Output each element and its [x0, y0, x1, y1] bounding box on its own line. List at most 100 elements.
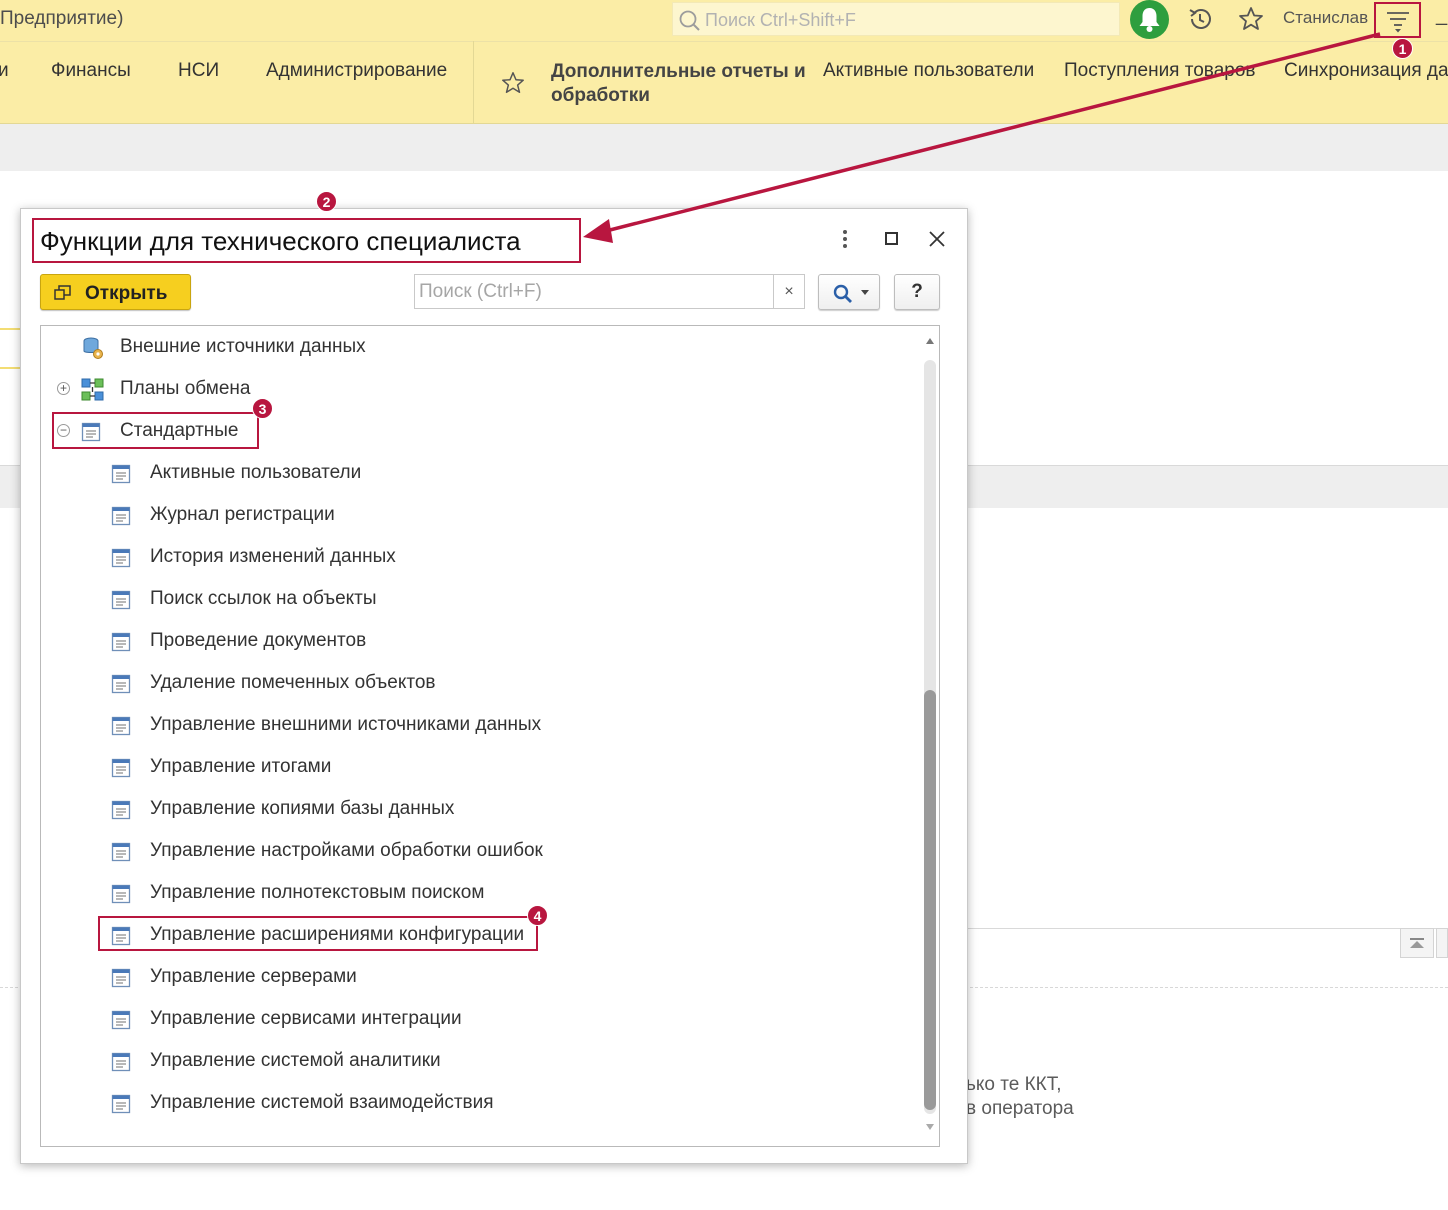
quick-favorites-star-icon[interactable]	[500, 70, 526, 101]
form-icon	[111, 548, 131, 573]
quick-link-additional-reports[interactable]: Дополнительные отчеты и обработки	[551, 60, 811, 108]
tree-item-row[interactable]: Поиск ссылок на объекты	[41, 579, 911, 621]
form-icon	[111, 842, 131, 867]
tree-item-row[interactable]: Управление серверами	[41, 957, 911, 999]
background-text: в оператора	[966, 1098, 1074, 1119]
section-divider	[473, 41, 474, 124]
form-icon	[111, 1010, 131, 1035]
quick-link-active-users[interactable]: Активные пользователи	[823, 60, 1034, 82]
tree-group-row[interactable]: + Планы обмена	[41, 369, 911, 411]
tree-item-label: Удаление помеченных объектов	[150, 672, 436, 693]
search-icon	[832, 283, 854, 310]
highlight-extensions-item	[98, 916, 538, 951]
tree-item-label: Журнал регистрации	[150, 504, 335, 525]
tree-item-label: Управление итогами	[150, 756, 332, 777]
external-data-icon	[81, 336, 105, 365]
form-icon	[111, 1052, 131, 1077]
form-icon	[111, 632, 131, 657]
more-actions-icon[interactable]	[838, 228, 852, 255]
form-icon	[111, 506, 131, 531]
section-item-finance[interactable]: Финансы	[51, 60, 131, 82]
user-name[interactable]: Станислав	[1283, 8, 1368, 28]
scroll-up-icon[interactable]	[926, 338, 934, 344]
dialog-title: Функции для технического специалиста	[40, 226, 521, 256]
tree-item-row[interactable]: Управление системой аналитики	[41, 1041, 911, 1083]
tree-item-label: Управление системой аналитики	[150, 1050, 441, 1071]
close-icon[interactable]	[927, 229, 947, 254]
tree-item-label: Активные пользователи	[150, 462, 362, 483]
scroll-down-icon[interactable]	[926, 1124, 934, 1130]
favorites-star-icon[interactable]	[1237, 5, 1265, 38]
exchange-plan-icon	[81, 378, 105, 407]
tree-item-row[interactable]: Проведение документов	[41, 621, 911, 663]
tree-item-label: Управление полнотекстовым поиском	[150, 882, 485, 903]
collapse-up-button[interactable]	[1400, 928, 1434, 958]
form-icon	[111, 884, 131, 909]
section-item-administration[interactable]: Администрирование	[266, 60, 447, 82]
maximize-icon[interactable]	[885, 232, 898, 245]
tree-item-row[interactable]: Управление полнотекстовым поиском	[41, 873, 911, 915]
tree-item-label: Управление сервисами интеграции	[150, 1008, 462, 1029]
history-icon[interactable]	[1186, 5, 1214, 38]
tree-item-label: Управление внешними источниками данных	[150, 714, 542, 735]
quick-link-sync[interactable]: Синхронизация да	[1284, 60, 1448, 82]
dialog-title-highlight: Функции для технического специалиста	[32, 218, 581, 263]
workspace-panel	[968, 928, 1448, 958]
tree-item-label: Управление системой взаимодействия	[150, 1092, 494, 1113]
tree-item-label: Планы обмена	[120, 378, 251, 399]
form-icon	[111, 674, 131, 699]
tree-item-row[interactable]: Управление системой взаимодействия	[41, 1083, 911, 1125]
scrollbar-thumb[interactable]	[924, 690, 936, 1110]
tech-functions-dialog: Функции для технического специалиста Отк…	[20, 208, 968, 1164]
dialog-search-input[interactable]	[419, 279, 769, 305]
menu-lines-icon	[1387, 12, 1409, 33]
notifications-bell-icon[interactable]	[1130, 0, 1169, 39]
section-item-nsi[interactable]: НСИ	[178, 60, 219, 82]
tree-item-row[interactable]: Активные пользователи	[41, 453, 911, 495]
tree-item-row[interactable]: Управление итогами	[41, 747, 911, 789]
tree-group-row[interactable]: Внешние источники данных	[41, 327, 911, 369]
global-search-input[interactable]	[705, 7, 1105, 33]
expand-icon[interactable]: +	[57, 382, 70, 395]
clear-search-button[interactable]: ×	[773, 275, 804, 308]
minimize-button[interactable]: _	[1436, 4, 1447, 27]
workspace-divider	[0, 367, 22, 369]
open-button[interactable]: Открыть	[40, 274, 191, 310]
background-text: ько те ККТ,	[966, 1074, 1062, 1095]
panel-edge-button[interactable]	[1436, 928, 1448, 958]
collapse-up-icon	[1410, 938, 1424, 948]
tree-item-label: Управление копиями базы данных	[150, 798, 455, 819]
quick-link-goods-receipts[interactable]: Поступления товаров	[1064, 60, 1255, 82]
tree-item-label: Внешние источники данных	[120, 336, 366, 357]
form-icon	[111, 716, 131, 741]
annotation-badge-2: 2	[316, 191, 337, 212]
section-item-partial[interactable]: и	[0, 60, 9, 82]
open-icon	[54, 285, 72, 306]
tree-item-row[interactable]: Управление копиями базы данных	[41, 789, 911, 831]
form-icon	[111, 590, 131, 615]
find-dropdown-button[interactable]	[818, 274, 880, 310]
global-search[interactable]	[672, 2, 1120, 36]
form-icon	[111, 968, 131, 993]
tree-item-row[interactable]: Удаление помеченных объектов	[41, 663, 911, 705]
app-title: Предприятие)	[0, 8, 124, 29]
tree-item-label: Проведение документов	[150, 630, 367, 651]
tree-item-row[interactable]: Управление внешними источниками данных	[41, 705, 911, 747]
tree-item-label: История изменений данных	[150, 546, 396, 567]
open-button-label: Открыть	[85, 283, 168, 304]
tree-item-row[interactable]: Управление сервисами интеграции	[41, 999, 911, 1041]
tree-scrollbar[interactable]	[920, 326, 939, 1146]
main-menu-button[interactable]	[1374, 2, 1421, 38]
help-button[interactable]: ?	[894, 274, 940, 310]
annotation-badge-3: 3	[252, 398, 273, 419]
tree-item-row[interactable]: История изменений данных	[41, 537, 911, 579]
tree-item-label: Управление настройками обработки ошибок	[150, 840, 543, 861]
chevron-down-icon	[861, 290, 869, 295]
tree-item-label: Управление серверами	[150, 966, 357, 987]
tree-item-row[interactable]: Журнал регистрации	[41, 495, 911, 537]
annotation-badge-1: 1	[1392, 38, 1413, 59]
annotation-badge-4: 4	[527, 905, 548, 926]
tree-item-row[interactable]: Управление настройками обработки ошибок	[41, 831, 911, 873]
form-icon	[111, 800, 131, 825]
dialog-search[interactable]: ×	[414, 274, 805, 309]
